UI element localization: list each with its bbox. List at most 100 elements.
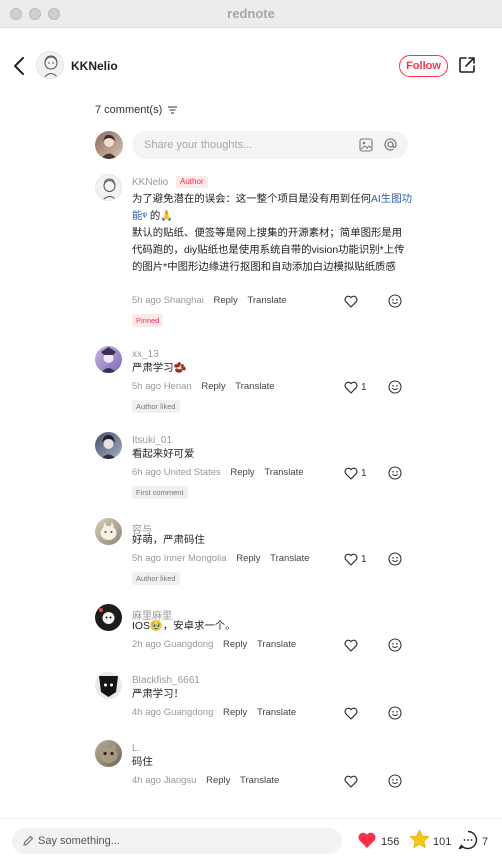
comment-time: 4h ago xyxy=(132,707,162,718)
first-comment-tag: First comment xyxy=(132,486,188,499)
commenter-avatar[interactable] xyxy=(95,346,122,373)
window-title: rednote xyxy=(227,6,275,21)
reply-button[interactable]: Reply xyxy=(223,639,247,650)
comment-text: IOS🥹，安卓求一个。 xyxy=(132,621,236,632)
commenter-avatar[interactable] xyxy=(95,740,122,767)
commenter-username[interactable]: KKNelio xyxy=(132,177,168,188)
commenter-username[interactable]: Itsuki_01 xyxy=(132,435,172,446)
commenter-username[interactable]: xx_13 xyxy=(132,349,159,360)
reply-button[interactable]: Reply xyxy=(223,707,247,718)
translate-button[interactable]: Translate xyxy=(257,707,296,718)
comment-meta: 2h ago Guangdong Reply Translate xyxy=(132,639,296,650)
mention-icon[interactable] xyxy=(383,137,398,152)
translate-button[interactable]: Translate xyxy=(257,639,296,650)
comment-meta: 5h ago Shanghai Reply Translate xyxy=(132,295,287,306)
commenter-avatar[interactable] xyxy=(95,672,122,699)
comment-time: 4h ago xyxy=(132,775,162,786)
window-titlebar: rednote xyxy=(0,0,502,28)
comment-input-box[interactable] xyxy=(132,131,408,159)
comment-location: Guangdong xyxy=(163,707,214,718)
commenter-avatar[interactable] xyxy=(95,174,122,201)
commenter-avatar[interactable] xyxy=(95,518,122,545)
like-heart-icon[interactable] xyxy=(357,831,377,849)
like-count-total: 156 xyxy=(381,836,400,848)
comment-time: 5h ago xyxy=(132,553,162,564)
comment-count-total: 7 xyxy=(482,836,489,848)
comment-location: Jiangsu xyxy=(163,775,197,786)
comment-time: 2h ago xyxy=(132,639,162,650)
comment-text: 为了避免潜在的误会：这一整个项目是没有用到任何AI生图功能ᵠ 的🙏 默认的贴纸、… xyxy=(132,191,412,276)
author-username[interactable]: KKNelio xyxy=(71,59,118,73)
comment-text-part: 默认的贴纸、便签等是网上搜集的开源素材；简单图形是用代码跑的，diy贴纸也是使用… xyxy=(132,228,405,273)
reply-button[interactable]: Reply xyxy=(206,775,230,786)
comment-text-part: 为了避免潜在的误会：这一整个项目是没有用到任何 xyxy=(132,194,371,205)
back-arrow-icon[interactable] xyxy=(10,54,30,78)
share-icon[interactable] xyxy=(457,55,477,75)
author-badge: Author xyxy=(176,176,208,188)
translate-button[interactable]: Translate xyxy=(270,553,309,564)
comment-location: Inner Mongolia xyxy=(163,553,227,564)
commenter-username[interactable]: Blackfish_6661 xyxy=(132,675,200,686)
comment-count: 7 comment(s) xyxy=(95,104,178,116)
say-something-input[interactable]: Say something... xyxy=(12,828,342,854)
comment-text: 看起来好可爱 xyxy=(132,449,195,460)
like-count: 1 xyxy=(361,382,367,393)
reply-button[interactable]: Reply xyxy=(201,381,225,392)
translate-button[interactable]: Translate xyxy=(264,467,303,478)
collect-star-icon[interactable] xyxy=(409,829,430,849)
comment-location: Shanghai xyxy=(163,295,204,306)
pencil-icon xyxy=(23,835,34,846)
heart-icon[interactable] xyxy=(344,295,358,308)
translate-button[interactable]: Translate xyxy=(247,295,286,306)
comment-text: 严肃学习🫘 xyxy=(132,363,187,374)
reply-button[interactable]: Reply xyxy=(236,553,260,564)
comment-bubble-icon[interactable] xyxy=(458,830,478,850)
emoji-react-icon[interactable] xyxy=(388,638,402,652)
sort-icon[interactable] xyxy=(168,106,178,114)
comment-input[interactable] xyxy=(144,137,349,153)
reply-button[interactable]: Reply xyxy=(214,295,238,306)
author-liked-tag: Author liked xyxy=(132,572,180,585)
emoji-react-icon[interactable] xyxy=(388,774,402,788)
bottom-action-bar: Say something... 156 101 7 xyxy=(0,818,502,859)
comment-meta: 5h ago Henan Reply Translate xyxy=(132,381,275,392)
commenter-avatar[interactable] xyxy=(95,432,122,459)
heart-icon[interactable] xyxy=(344,707,358,720)
heart-icon[interactable] xyxy=(344,467,358,480)
emoji-react-icon[interactable] xyxy=(388,706,402,720)
comment-text: 码住 xyxy=(132,757,153,768)
comment-time: 5h ago xyxy=(132,295,162,306)
say-something-placeholder: Say something... xyxy=(38,835,120,847)
emoji-react-icon[interactable] xyxy=(388,294,402,308)
emoji-react-icon[interactable] xyxy=(388,380,402,394)
comment-text: 严肃学习！ xyxy=(132,689,184,700)
comment-location: United States xyxy=(163,467,221,478)
heart-icon[interactable] xyxy=(344,381,358,394)
emoji-react-icon[interactable] xyxy=(388,552,402,566)
collect-count: 101 xyxy=(433,836,452,848)
follow-button[interactable]: Follow xyxy=(399,55,448,77)
author-avatar[interactable] xyxy=(36,51,64,79)
commenter-avatar[interactable] xyxy=(95,604,122,631)
comment-meta: 4h ago Jiangsu Reply Translate xyxy=(132,775,279,786)
comment-meta: 4h ago Guangdong Reply Translate xyxy=(132,707,296,718)
comment-meta: 5h ago Inner Mongolia Reply Translate xyxy=(132,553,309,564)
comment-meta: 6h ago United States Reply Translate xyxy=(132,467,304,478)
comment-count-label: 7 comment(s) xyxy=(95,104,163,116)
post-header: KKNelio Follow xyxy=(0,28,502,104)
author-liked-tag: Author liked xyxy=(132,400,180,413)
like-count: 1 xyxy=(361,554,367,565)
heart-icon[interactable] xyxy=(344,639,358,652)
commenter-username[interactable]: L. xyxy=(132,743,140,754)
reply-button[interactable]: Reply xyxy=(230,467,254,478)
comment-location: Henan xyxy=(163,381,192,392)
heart-icon[interactable] xyxy=(344,775,358,788)
emoji-react-icon[interactable] xyxy=(388,466,402,480)
comment-time: 5h ago xyxy=(132,381,162,392)
like-count: 1 xyxy=(361,468,367,479)
heart-icon[interactable] xyxy=(344,553,358,566)
image-icon[interactable] xyxy=(359,138,373,152)
comment-text-part: 的🙏 xyxy=(149,211,174,222)
translate-button[interactable]: Translate xyxy=(235,381,274,392)
translate-button[interactable]: Translate xyxy=(240,775,279,786)
